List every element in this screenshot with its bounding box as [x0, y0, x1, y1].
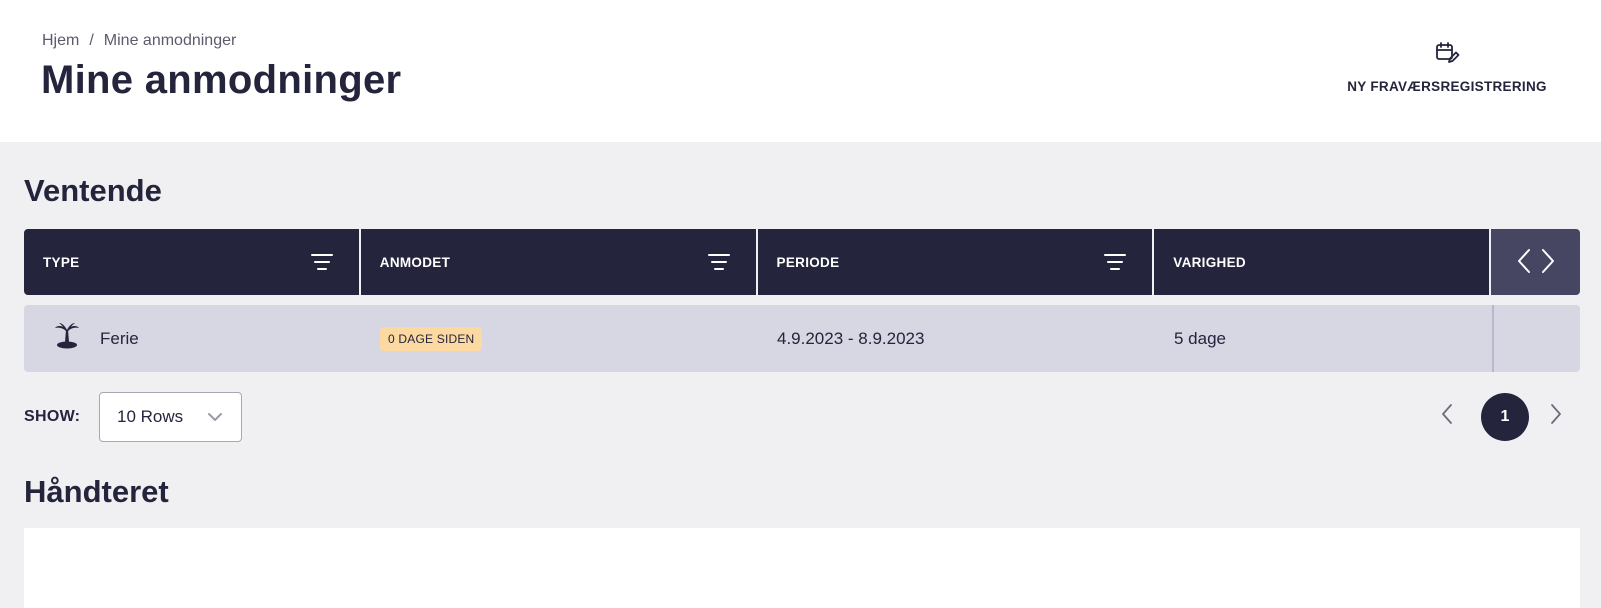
table-row[interactable]: Ferie 0 DAGE SIDEN 4.9.2023 - 8.9.2023 5…	[24, 305, 1580, 372]
column-header-period[interactable]: PERIODE	[757, 229, 1153, 295]
duration-value: 5 dage	[1174, 328, 1226, 348]
handled-section-title: Håndteret	[24, 474, 169, 509]
rows-per-page-value: 10 Rows	[117, 407, 184, 426]
chevron-right-icon[interactable]	[1540, 248, 1556, 277]
column-scroll-toggle[interactable]	[1491, 229, 1580, 295]
filter-icon[interactable]	[310, 253, 333, 271]
period-value: 4.9.2023 - 8.9.2023	[777, 328, 925, 348]
rows-per-page-select[interactable]: 10 Rows	[99, 392, 242, 442]
calendar-edit-icon	[1434, 40, 1460, 79]
page-header: Hjem / Mine anmodninger Mine anmodninger…	[0, 0, 1601, 142]
column-label-period: PERIODE	[776, 254, 840, 270]
column-label-requested: ANMODET	[379, 254, 451, 270]
chevron-left-icon[interactable]	[1440, 402, 1454, 431]
type-value: Ferie	[100, 328, 139, 348]
handled-table-panel	[24, 528, 1580, 608]
cell-duration: 5 dage	[1155, 329, 1492, 349]
palm-tree-icon	[54, 322, 80, 355]
pending-table-header: TYPE ANMODET PERIODE VARIGHED	[24, 229, 1580, 295]
show-label: SHOW:	[24, 408, 81, 425]
column-header-type[interactable]: TYPE	[24, 229, 359, 295]
row-divider	[1492, 305, 1494, 372]
filter-icon[interactable]	[707, 253, 730, 271]
chevron-left-icon[interactable]	[1516, 248, 1532, 277]
filter-icon[interactable]	[1104, 253, 1127, 271]
cell-type: Ferie	[24, 322, 361, 355]
cell-requested: 0 DAGE SIDEN	[361, 326, 758, 351]
column-label-type: TYPE	[43, 254, 80, 270]
requested-badge: 0 DAGE SIDEN	[380, 326, 483, 351]
cell-period: 4.9.2023 - 8.9.2023	[758, 329, 1155, 349]
breadcrumb: Hjem / Mine anmodninger	[42, 32, 236, 50]
chevron-down-icon	[207, 407, 223, 427]
page-button-current[interactable]: 1	[1481, 393, 1529, 441]
new-absence-registration-button[interactable]: NY FRAVÆRSREGISTRERING	[1342, 40, 1552, 100]
breadcrumb-separator: /	[89, 32, 94, 49]
breadcrumb-home-link[interactable]: Hjem	[42, 32, 79, 50]
column-label-duration: VARIGHED	[1173, 254, 1246, 270]
new-absence-registration-label: NY FRAVÆRSREGISTRERING	[1347, 79, 1547, 94]
pending-section-title: Ventende	[24, 173, 162, 208]
chevron-right-icon[interactable]	[1549, 402, 1563, 431]
breadcrumb-current: Mine anmodninger	[103, 32, 237, 49]
column-header-requested[interactable]: ANMODET	[360, 229, 756, 295]
page-title: Mine anmodninger	[41, 58, 402, 102]
column-header-duration[interactable]: VARIGHED	[1154, 229, 1490, 295]
